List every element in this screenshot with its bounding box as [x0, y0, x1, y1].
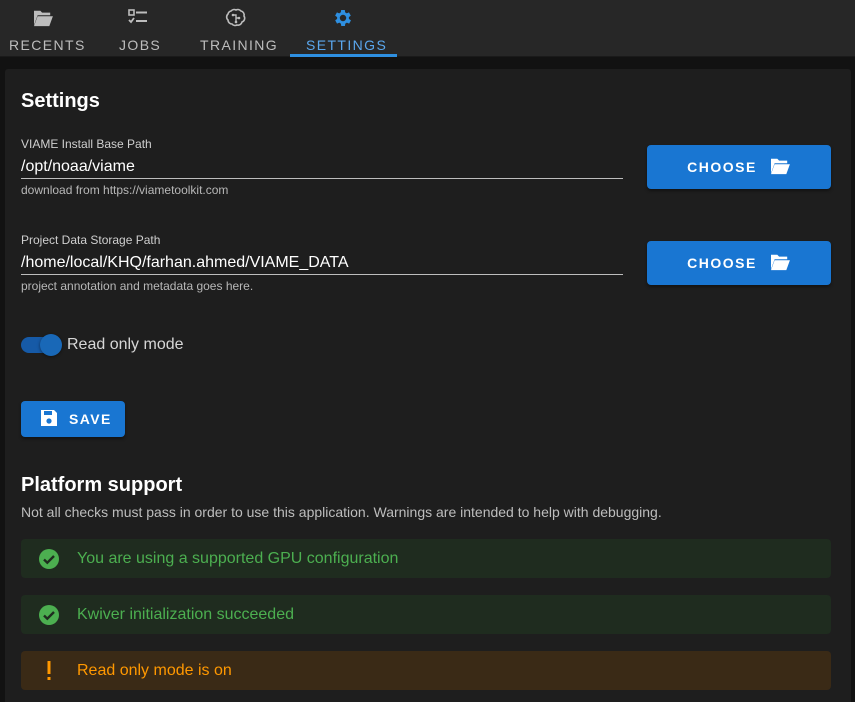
checklist-icon: [127, 8, 149, 28]
read-only-switch[interactable]: [21, 334, 62, 356]
data-path-field: Project Data Storage Path project annota…: [21, 233, 623, 293]
read-only-toggle-row: Read only mode: [21, 334, 184, 356]
tab-label: SETTINGS: [306, 37, 388, 53]
viame-path-label: VIAME Install Base Path: [21, 137, 152, 151]
tab-label: RECENTS: [9, 37, 86, 53]
button-label: CHOOSE: [687, 159, 757, 175]
data-path-input[interactable]: [21, 251, 623, 275]
data-path-hint: project annotation and metadata goes her…: [21, 279, 254, 293]
read-only-warning-alert: Read only mode is on: [21, 651, 831, 690]
top-tab-bar: RECENTS JOBS TRAINING SETTINGS: [0, 0, 855, 57]
viame-path-field: VIAME Install Base Path download from ht…: [21, 137, 623, 197]
save-label: SAVE: [69, 411, 112, 427]
platform-support-title: Platform support: [21, 474, 183, 496]
tab-training[interactable]: TRAINING: [190, 0, 284, 57]
brain-icon: [225, 8, 247, 28]
check-circle-icon: [21, 548, 77, 570]
data-path-label: Project Data Storage Path: [21, 233, 161, 247]
tab-settings[interactable]: SETTINGS: [290, 0, 397, 57]
kwiver-check-alert: Kwiver initialization succeeded: [21, 595, 831, 634]
choose-viame-path-button[interactable]: CHOOSE: [647, 145, 831, 189]
tab-label: JOBS: [119, 37, 162, 53]
save-button[interactable]: SAVE: [21, 401, 125, 437]
button-label: CHOOSE: [687, 255, 757, 271]
check-circle-icon: [21, 604, 77, 626]
floppy-disk-icon: [39, 408, 59, 431]
active-tab-indicator: [290, 54, 397, 57]
folder-open-icon: [769, 157, 791, 178]
read-only-label: Read only mode: [67, 336, 184, 353]
viame-path-hint: download from https://viametoolkit.com: [21, 183, 229, 197]
folder-open-icon: [769, 253, 791, 274]
switch-thumb: [40, 334, 62, 356]
check-text: Kwiver initialization succeeded: [77, 605, 294, 623]
choose-data-path-button[interactable]: CHOOSE: [647, 241, 831, 285]
gear-icon: [332, 8, 354, 28]
check-text: You are using a supported GPU configurat…: [77, 549, 399, 567]
viame-path-input[interactable]: [21, 155, 623, 179]
gpu-check-alert: You are using a supported GPU configurat…: [21, 539, 831, 578]
platform-support-description: Not all checks must pass in order to use…: [21, 504, 662, 520]
tab-label: TRAINING: [200, 37, 279, 53]
tab-jobs[interactable]: JOBS: [104, 0, 174, 57]
tab-recents[interactable]: RECENTS: [0, 0, 86, 57]
folder-open-icon: [32, 8, 54, 28]
settings-title: Settings: [21, 90, 100, 112]
check-text: Read only mode is on: [77, 661, 232, 679]
exclamation-icon: [21, 660, 77, 681]
